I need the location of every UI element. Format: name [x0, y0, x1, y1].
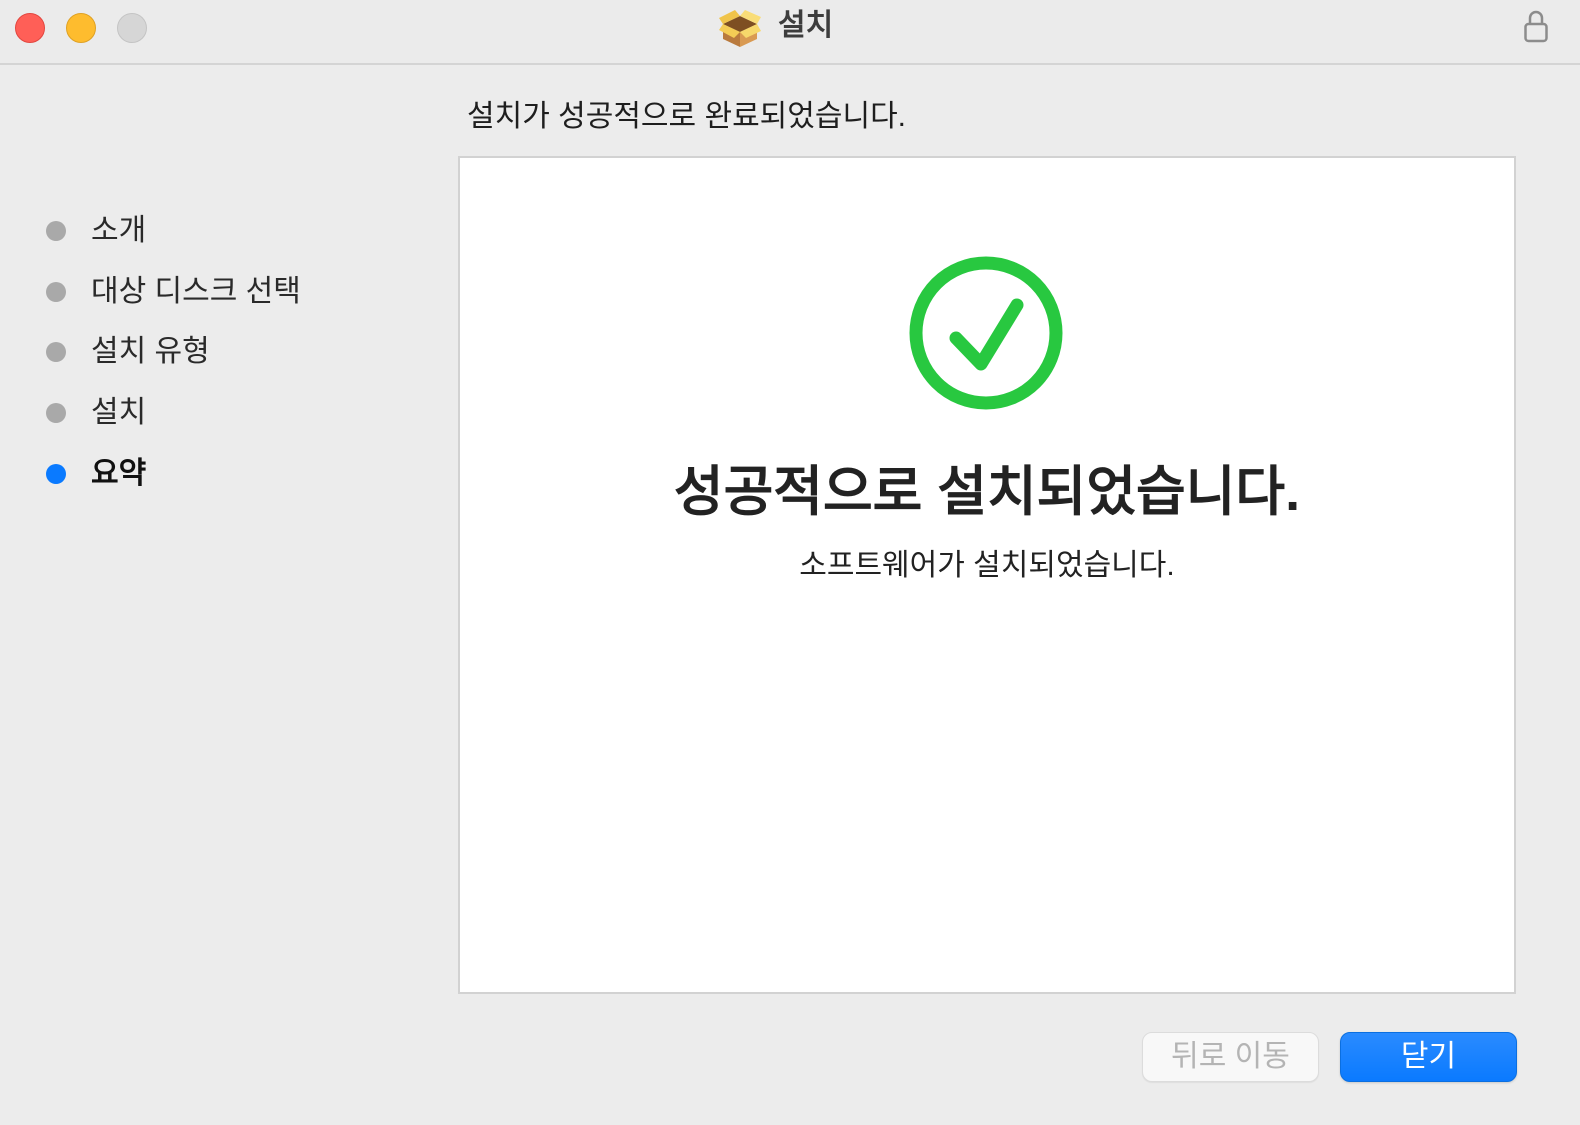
step-label: 설치 유형	[91, 335, 210, 368]
step-label: 요약	[91, 457, 147, 490]
package-icon	[719, 10, 761, 47]
zoom-window-button[interactable]	[117, 13, 147, 43]
success-heading: 성공적으로 설치되었습니다.	[673, 462, 1301, 522]
page-title: 설치가 성공적으로 완료되었습니다.	[467, 100, 907, 133]
step-label: 대상 디스크 선택	[91, 275, 301, 308]
installer-window: 설치 설치가 성공적으로 완료되었습니다. 소개 대상 디스크 선택 설치 유형…	[0, 0, 1580, 1125]
minimize-window-button[interactable]	[66, 13, 96, 43]
step-indicator-dot	[46, 403, 66, 423]
step-label: 설치	[91, 396, 147, 429]
step-indicator-dot	[46, 342, 66, 362]
checkmark-circle-icon	[909, 256, 1063, 410]
step-indicator-dot	[46, 282, 66, 302]
content-panel: 성공적으로 설치되었습니다. 소프트웨어가 설치되었습니다.	[458, 156, 1516, 994]
step-item-installation: 설치	[46, 393, 146, 433]
step-item-summary: 요약	[46, 454, 146, 494]
title-bar: 설치	[0, 0, 1580, 65]
step-indicator-dot	[46, 221, 66, 241]
step-label: 소개	[91, 214, 147, 247]
success-message: 소프트웨어가 설치되었습니다.	[799, 549, 1175, 582]
close-button[interactable]: 닫기	[1340, 1032, 1517, 1082]
go-back-button[interactable]: 뒤로 이동	[1142, 1032, 1319, 1082]
lock-icon[interactable]	[1522, 8, 1550, 44]
window-title: 설치	[778, 9, 834, 42]
step-item-installation-type: 설치 유형	[46, 332, 210, 372]
step-item-destination: 대상 디스크 선택	[46, 272, 301, 312]
step-indicator-dot	[46, 464, 66, 484]
step-item-introduction: 소개	[46, 211, 146, 251]
close-window-button[interactable]	[15, 13, 45, 43]
